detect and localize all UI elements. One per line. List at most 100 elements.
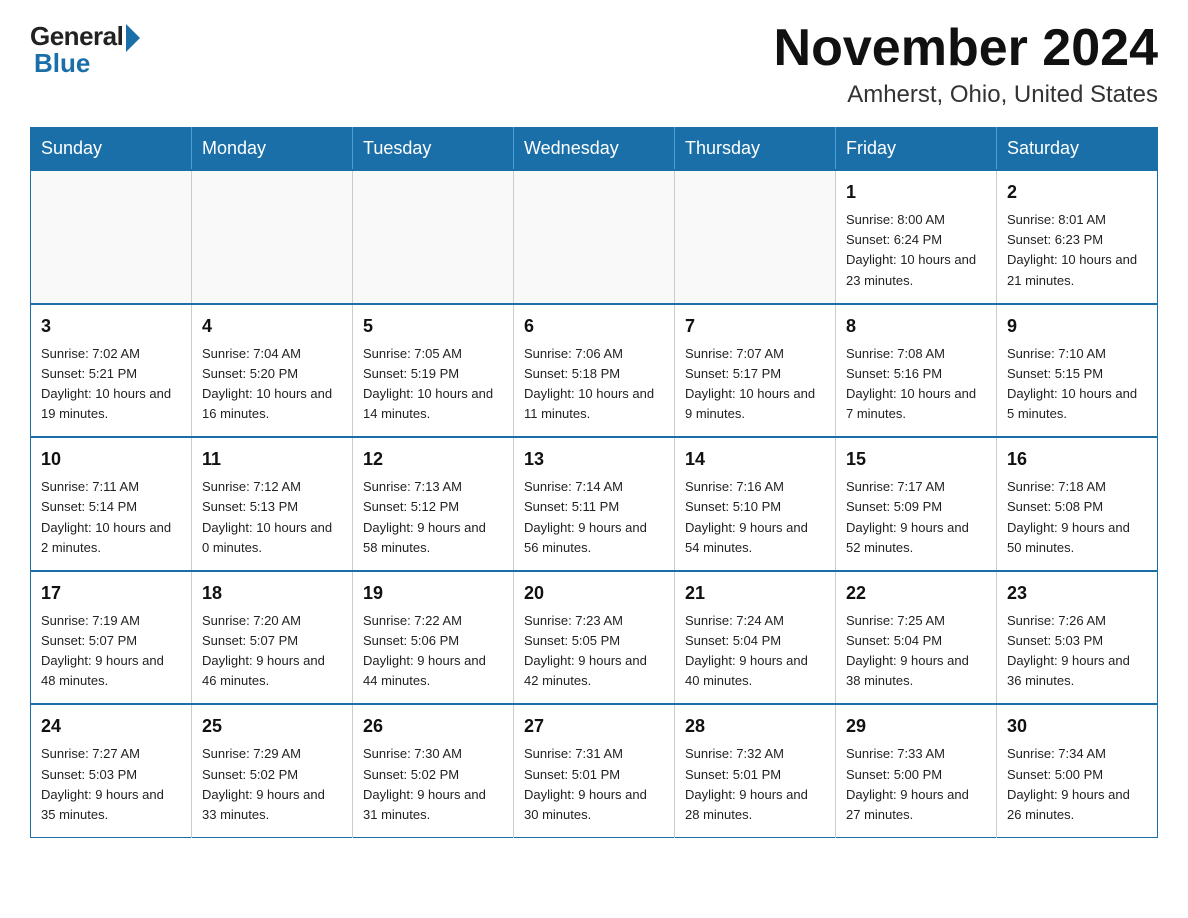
day-info: Sunrise: 7:26 AMSunset: 5:03 PMDaylight:… bbox=[1007, 611, 1147, 692]
calendar-header: SundayMondayTuesdayWednesdayThursdayFrid… bbox=[31, 128, 1158, 171]
day-info: Sunrise: 8:01 AMSunset: 6:23 PMDaylight:… bbox=[1007, 210, 1147, 291]
weekday-header-thursday: Thursday bbox=[675, 128, 836, 171]
day-info: Sunrise: 7:13 AMSunset: 5:12 PMDaylight:… bbox=[363, 477, 503, 558]
calendar-cell bbox=[192, 170, 353, 304]
calendar-week-row: 1 Sunrise: 8:00 AMSunset: 6:24 PMDaylight… bbox=[31, 170, 1158, 304]
day-number: 17 bbox=[41, 580, 181, 607]
calendar-cell: 2 Sunrise: 8:01 AMSunset: 6:23 PMDaylight… bbox=[997, 170, 1158, 304]
calendar-cell: 15 Sunrise: 7:17 AMSunset: 5:09 PMDayligh… bbox=[836, 437, 997, 571]
day-number: 29 bbox=[846, 713, 986, 740]
weekday-header-sunday: Sunday bbox=[31, 128, 192, 171]
calendar-cell: 16 Sunrise: 7:18 AMSunset: 5:08 PMDayligh… bbox=[997, 437, 1158, 571]
day-info: Sunrise: 7:04 AMSunset: 5:20 PMDaylight:… bbox=[202, 344, 342, 425]
day-number: 14 bbox=[685, 446, 825, 473]
day-number: 18 bbox=[202, 580, 342, 607]
day-info: Sunrise: 7:08 AMSunset: 5:16 PMDaylight:… bbox=[846, 344, 986, 425]
calendar-cell: 20 Sunrise: 7:23 AMSunset: 5:05 PMDayligh… bbox=[514, 571, 675, 705]
day-number: 30 bbox=[1007, 713, 1147, 740]
calendar-cell: 10Sunrise: 7:11 AMSunset: 5:14 PMDayligh… bbox=[31, 437, 192, 571]
calendar-cell: 24 Sunrise: 7:27 AMSunset: 5:03 PMDayligh… bbox=[31, 704, 192, 837]
day-info: Sunrise: 7:07 AMSunset: 5:17 PMDaylight:… bbox=[685, 344, 825, 425]
calendar-cell: 14 Sunrise: 7:16 AMSunset: 5:10 PMDayligh… bbox=[675, 437, 836, 571]
logo-arrow-icon bbox=[126, 24, 140, 52]
calendar-week-row: 17Sunrise: 7:19 AMSunset: 5:07 PMDayligh… bbox=[31, 571, 1158, 705]
day-number: 27 bbox=[524, 713, 664, 740]
day-info: Sunrise: 7:22 AMSunset: 5:06 PMDaylight:… bbox=[363, 611, 503, 692]
day-info: Sunrise: 7:17 AMSunset: 5:09 PMDaylight:… bbox=[846, 477, 986, 558]
day-number: 6 bbox=[524, 313, 664, 340]
calendar-cell: 6Sunrise: 7:06 AMSunset: 5:18 PMDaylight… bbox=[514, 304, 675, 438]
calendar-cell: 4 Sunrise: 7:04 AMSunset: 5:20 PMDaylight… bbox=[192, 304, 353, 438]
logo: General Blue bbox=[30, 20, 140, 79]
calendar-cell: 25Sunrise: 7:29 AMSunset: 5:02 PMDayligh… bbox=[192, 704, 353, 837]
day-info: Sunrise: 8:00 AMSunset: 6:24 PMDaylight:… bbox=[846, 210, 986, 291]
day-info: Sunrise: 7:10 AMSunset: 5:15 PMDaylight:… bbox=[1007, 344, 1147, 425]
day-info: Sunrise: 7:25 AMSunset: 5:04 PMDaylight:… bbox=[846, 611, 986, 692]
calendar-cell: 26 Sunrise: 7:30 AMSunset: 5:02 PMDayligh… bbox=[353, 704, 514, 837]
day-number: 16 bbox=[1007, 446, 1147, 473]
day-number: 11 bbox=[202, 446, 342, 473]
day-info: Sunrise: 7:20 AMSunset: 5:07 PMDaylight:… bbox=[202, 611, 342, 692]
calendar-cell bbox=[353, 170, 514, 304]
weekday-header-row: SundayMondayTuesdayWednesdayThursdayFrid… bbox=[31, 128, 1158, 171]
day-info: Sunrise: 7:14 AMSunset: 5:11 PMDaylight:… bbox=[524, 477, 664, 558]
calendar-cell: 17Sunrise: 7:19 AMSunset: 5:07 PMDayligh… bbox=[31, 571, 192, 705]
calendar-cell: 27Sunrise: 7:31 AMSunset: 5:01 PMDayligh… bbox=[514, 704, 675, 837]
day-info: Sunrise: 7:29 AMSunset: 5:02 PMDaylight:… bbox=[202, 744, 342, 825]
calendar-cell: 28Sunrise: 7:32 AMSunset: 5:01 PMDayligh… bbox=[675, 704, 836, 837]
day-number: 10 bbox=[41, 446, 181, 473]
calendar-cell: 11 Sunrise: 7:12 AMSunset: 5:13 PMDayligh… bbox=[192, 437, 353, 571]
calendar-cell: 29 Sunrise: 7:33 AMSunset: 5:00 PMDayligh… bbox=[836, 704, 997, 837]
day-info: Sunrise: 7:24 AMSunset: 5:04 PMDaylight:… bbox=[685, 611, 825, 692]
calendar-cell: 8 Sunrise: 7:08 AMSunset: 5:16 PMDaylight… bbox=[836, 304, 997, 438]
day-info: Sunrise: 7:16 AMSunset: 5:10 PMDaylight:… bbox=[685, 477, 825, 558]
day-number: 24 bbox=[41, 713, 181, 740]
day-number: 9 bbox=[1007, 313, 1147, 340]
day-info: Sunrise: 7:12 AMSunset: 5:13 PMDaylight:… bbox=[202, 477, 342, 558]
day-number: 1 bbox=[846, 179, 986, 206]
day-number: 19 bbox=[363, 580, 503, 607]
day-number: 15 bbox=[846, 446, 986, 473]
calendar-cell bbox=[514, 170, 675, 304]
calendar-body: 1 Sunrise: 8:00 AMSunset: 6:24 PMDaylight… bbox=[31, 170, 1158, 837]
calendar-cell bbox=[675, 170, 836, 304]
day-info: Sunrise: 7:32 AMSunset: 5:01 PMDaylight:… bbox=[685, 744, 825, 825]
day-number: 8 bbox=[846, 313, 986, 340]
day-info: Sunrise: 7:30 AMSunset: 5:02 PMDaylight:… bbox=[363, 744, 503, 825]
day-number: 21 bbox=[685, 580, 825, 607]
day-number: 7 bbox=[685, 313, 825, 340]
day-info: Sunrise: 7:05 AMSunset: 5:19 PMDaylight:… bbox=[363, 344, 503, 425]
day-number: 4 bbox=[202, 313, 342, 340]
day-number: 26 bbox=[363, 713, 503, 740]
calendar-cell: 7 Sunrise: 7:07 AMSunset: 5:17 PMDaylight… bbox=[675, 304, 836, 438]
day-info: Sunrise: 7:18 AMSunset: 5:08 PMDaylight:… bbox=[1007, 477, 1147, 558]
weekday-header-monday: Monday bbox=[192, 128, 353, 171]
logo-blue-text: Blue bbox=[30, 48, 90, 79]
weekday-header-wednesday: Wednesday bbox=[514, 128, 675, 171]
weekday-header-friday: Friday bbox=[836, 128, 997, 171]
weekday-header-saturday: Saturday bbox=[997, 128, 1158, 171]
day-info: Sunrise: 7:02 AMSunset: 5:21 PMDaylight:… bbox=[41, 344, 181, 425]
calendar-cell: 23 Sunrise: 7:26 AMSunset: 5:03 PMDayligh… bbox=[997, 571, 1158, 705]
logo-general-text: General bbox=[30, 21, 123, 52]
calendar-week-row: 3Sunrise: 7:02 AMSunset: 5:21 PMDaylight… bbox=[31, 304, 1158, 438]
day-number: 2 bbox=[1007, 179, 1147, 206]
day-info: Sunrise: 7:34 AMSunset: 5:00 PMDaylight:… bbox=[1007, 744, 1147, 825]
day-info: Sunrise: 7:33 AMSunset: 5:00 PMDaylight:… bbox=[846, 744, 986, 825]
calendar-cell: 22Sunrise: 7:25 AMSunset: 5:04 PMDayligh… bbox=[836, 571, 997, 705]
day-info: Sunrise: 7:23 AMSunset: 5:05 PMDaylight:… bbox=[524, 611, 664, 692]
calendar-cell: 12 Sunrise: 7:13 AMSunset: 5:12 PMDayligh… bbox=[353, 437, 514, 571]
title-block: November 2024 Amherst, Ohio, United Stat… bbox=[774, 20, 1158, 109]
day-number: 20 bbox=[524, 580, 664, 607]
calendar-cell: 1 Sunrise: 8:00 AMSunset: 6:24 PMDaylight… bbox=[836, 170, 997, 304]
day-number: 12 bbox=[363, 446, 503, 473]
calendar-cell: 18 Sunrise: 7:20 AMSunset: 5:07 PMDayligh… bbox=[192, 571, 353, 705]
calendar-week-row: 10Sunrise: 7:11 AMSunset: 5:14 PMDayligh… bbox=[31, 437, 1158, 571]
day-info: Sunrise: 7:27 AMSunset: 5:03 PMDaylight:… bbox=[41, 744, 181, 825]
page-header: General Blue November 2024 Amherst, Ohio… bbox=[30, 20, 1158, 109]
day-number: 23 bbox=[1007, 580, 1147, 607]
page-subtitle: Amherst, Ohio, United States bbox=[774, 81, 1158, 109]
page-title: November 2024 bbox=[774, 20, 1158, 77]
calendar-cell: 30 Sunrise: 7:34 AMSunset: 5:00 PMDayligh… bbox=[997, 704, 1158, 837]
calendar-cell: 19 Sunrise: 7:22 AMSunset: 5:06 PMDayligh… bbox=[353, 571, 514, 705]
